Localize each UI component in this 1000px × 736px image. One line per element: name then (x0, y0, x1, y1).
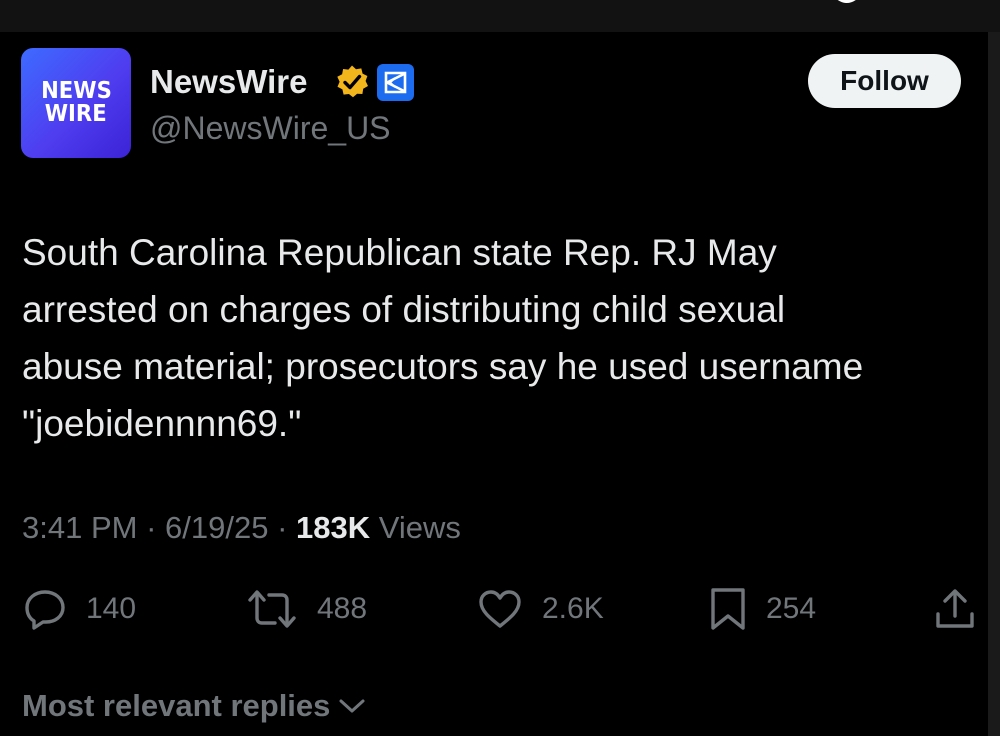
display-name[interactable]: NewsWire (150, 62, 307, 102)
tweet-time[interactable]: 3:41 PM (22, 510, 137, 545)
bookmark-count: 254 (766, 592, 817, 625)
affiliate-badge-icon[interactable] (377, 64, 414, 101)
like-button[interactable]: 2.6K (476, 586, 604, 632)
views-count[interactable]: 183K (296, 510, 370, 545)
avatar[interactable]: NEWS WIRE (21, 48, 131, 158)
views-label: Views (378, 510, 461, 545)
tweet-metadata: 3:41 PM · 6/19/25 · 183K Views (22, 508, 461, 548)
user-handle[interactable]: @NewsWire_US (150, 108, 391, 148)
gold-verified-badge-icon[interactable] (334, 64, 370, 100)
retweet-icon (248, 590, 296, 628)
replies-sort-label: Most relevant replies (22, 688, 331, 723)
retweet-count: 488 (317, 592, 368, 625)
retweet-button[interactable]: 488 (245, 586, 367, 632)
like-count: 2.6K (542, 592, 604, 625)
tweet-date[interactable]: 6/19/25 (165, 510, 268, 545)
tweet-text: South Carolina Republican state Rep. RJ … (22, 232, 864, 444)
replies-sort-dropdown[interactable]: Most relevant replies (22, 686, 366, 726)
status-bar (0, 0, 1000, 32)
bookmark-button[interactable]: 254 (708, 586, 816, 632)
reply-icon (25, 590, 65, 630)
meta-separator: · (146, 510, 157, 545)
share-icon (936, 589, 974, 628)
follow-button[interactable]: Follow (808, 54, 961, 108)
like-icon (479, 590, 521, 628)
reply-count: 140 (86, 592, 137, 625)
share-button[interactable] (934, 586, 976, 632)
status-bar-icon (837, 0, 856, 3)
scrollbar-track (988, 32, 1000, 736)
chevron-down-icon (339, 699, 365, 713)
avatar-text-line2: WIRE (45, 101, 107, 127)
bookmark-icon (711, 588, 745, 630)
affiliate-logo-icon (384, 71, 407, 94)
avatar-text-line1: NEWS (40, 78, 112, 104)
meta-separator-2: · (277, 510, 288, 545)
reply-button[interactable]: 140 (22, 586, 136, 632)
